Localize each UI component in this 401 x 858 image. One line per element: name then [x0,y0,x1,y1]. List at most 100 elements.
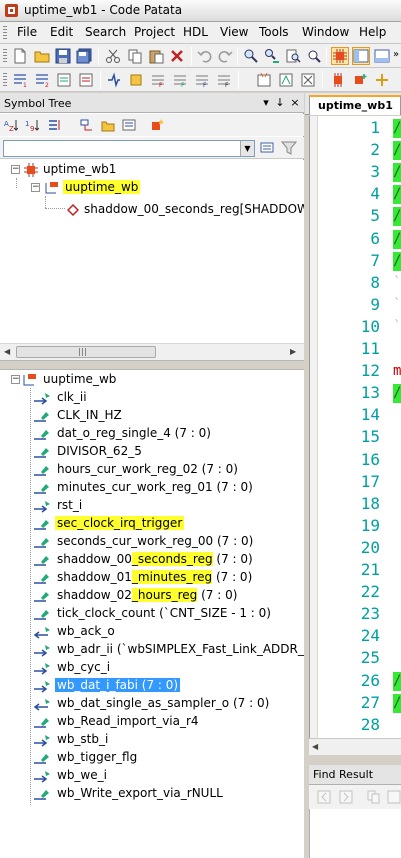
chip-star-icon[interactable] [150,118,164,132]
save-icon[interactable] [55,48,71,64]
signal-item[interactable]: wb_dat_single_as_sampler_o (7 : 0) [32,694,271,712]
tree-node-module[interactable]: uuptime_wb [22,370,118,388]
pin-icon[interactable]: ↓ [272,95,288,111]
signal-item[interactable]: wb_ack_o [32,622,117,640]
copy-results-icon[interactable] [367,790,381,804]
menubar-grip[interactable] [3,26,7,40]
signal-item[interactable]: tick_clock_count (`CNT_SIZE - 1 : 0) [32,604,273,622]
signal-item[interactable]: sec_clock_irq_trigger [32,514,185,532]
close-icon[interactable]: × [287,95,303,111]
tree-node-root[interactable]: uptime_wb1 [24,160,118,178]
find-replace-icon[interactable] [264,48,280,64]
tree-node-module[interactable]: uuptime_wb [44,178,141,196]
signal-item[interactable]: seconds_cur_work_reg_00 (7 : 0) [32,532,255,550]
filter-list-icon[interactable] [260,140,276,156]
filter-scope-icon[interactable] [80,118,94,132]
folder-view-icon[interactable] [101,118,115,132]
editor-splitter[interactable] [305,755,401,765]
symbol-filter-combo[interactable]: ▼ [3,140,255,157]
hdl-tool-13-icon[interactable] [300,72,316,88]
signal-item[interactable]: wb_stb_i [32,730,110,748]
signal-item[interactable]: hours_cur_work_reg_02 (7 : 0) [32,460,240,478]
new-file-icon[interactable] [12,48,28,64]
scroll-right-icon[interactable]: ▶ [290,347,296,356]
menu-project[interactable]: Project [134,25,175,39]
code-editor[interactable]: 1 / 2 / 3 / 4 / 5 / 6 / 7 / 8 ` 9 ` 10 ` 11 12 m 13 / 14 15 16 17 18 1… [309,116,401,738]
signal-item[interactable]: wb_adr_ii (`wbSIMPLEX_Fast_Link_ADDR_BUS [32,640,304,658]
menu-edit[interactable]: Edit [50,25,73,39]
hdl-tool-5-icon[interactable] [106,72,122,88]
hdl-tool-9-icon[interactable]: F [194,72,210,88]
signal-item[interactable]: wb_tigger_flg [32,748,139,766]
panel-view-icon[interactable] [374,48,390,64]
signal-item[interactable]: shaddow_00_seconds_reg (7 : 0) [32,550,255,568]
hdl-tool-12-icon[interactable] [278,72,294,88]
hdl-tool-4-icon[interactable] [78,72,94,88]
signal-item[interactable]: clk_ii [32,388,89,406]
redo-icon[interactable] [217,48,233,64]
open-folder-icon[interactable] [34,48,50,64]
toolbar-grip[interactable] [3,49,7,63]
collapse-toggle[interactable]: − [11,165,20,174]
signal-item[interactable]: wb_cyc_i [32,658,112,676]
signal-item[interactable]: wb_we_i [32,766,109,784]
sort-numeric-icon[interactable]: 19 [25,118,39,132]
signal-item[interactable]: wb_Read_import_via_r4 [32,712,201,730]
delete-icon[interactable] [169,48,185,64]
menu-hdl[interactable]: HDL [183,25,208,39]
tree-node-instance[interactable]: shaddow_00_seconds_reg[SHADDOW_AL [67,200,304,218]
toolbar-overflow-icon[interactable]: » [393,49,399,60]
menu-file[interactable]: File [17,25,37,39]
save-all-icon[interactable] [76,48,92,64]
scroll-left-icon[interactable]: ◀ [4,347,10,356]
hdl-tool-2-icon[interactable]: 2 [34,72,50,88]
signal-item[interactable]: dat_o_reg_single_4 (7 : 0) [32,424,213,442]
funnel-icon[interactable] [281,140,297,156]
find-icon[interactable] [243,48,259,64]
menu-window[interactable]: Window [302,25,349,39]
hdl-tool-10-icon[interactable]: F [216,72,232,88]
hdl-tool-14-icon[interactable] [374,72,390,88]
hdl-chip-add-icon[interactable] [352,72,368,88]
scrollbar-thumb[interactable] [16,346,156,358]
find-next-icon[interactable] [339,790,353,804]
find-prev-icon[interactable] [317,790,331,804]
horizontal-scrollbar[interactable]: ◀ ▶ [0,343,304,360]
sort-order-icon[interactable] [47,118,61,132]
signal-item[interactable]: wb_Write_export_via_rNULL [32,784,225,802]
find-in-files-icon[interactable] [285,48,301,64]
collapse-toggle[interactable]: − [31,183,40,192]
editor-horizontal-scrollbar[interactable]: ◀ [309,738,401,755]
clear-results-icon[interactable] [387,790,401,804]
signal-item-selected[interactable]: wb_dat_i_fabi (7 : 0) [32,676,181,694]
signal-item[interactable]: CLK_IN_HZ [32,406,124,424]
signal-item[interactable]: shaddow_02_hours_reg (7 : 0) [32,586,239,604]
paste-icon[interactable] [148,48,164,64]
sort-az-icon[interactable]: AZ [4,118,18,132]
chevron-down-icon[interactable]: ▼ [240,141,254,156]
menu-tools[interactable]: Tools [259,25,289,39]
cut-icon[interactable] [105,48,121,64]
hdl-tool-8-icon[interactable]: F [172,72,188,88]
chip-view-icon[interactable] [331,47,349,65]
hierarchy-icon[interactable] [122,118,136,132]
hdl-tool-7-icon[interactable]: F [150,72,166,88]
hdl-tool-11-icon[interactable] [256,72,272,88]
find-result-list[interactable] [309,809,401,858]
menu-search[interactable]: Search [85,25,126,39]
collapse-toggle[interactable]: − [11,375,20,384]
menu-help[interactable]: Help [359,25,386,39]
toolbar-grip[interactable] [3,73,7,87]
signal-item[interactable]: rst_i [32,496,84,514]
panel-splitter[interactable] [0,360,304,370]
copy-icon[interactable] [127,48,143,64]
hdl-tool-1-icon[interactable]: 1 [12,72,28,88]
menu-view[interactable]: View [220,25,248,39]
tab-uptime-wb1[interactable]: uptime_wb1 [309,95,401,115]
layout-view-icon[interactable] [352,47,370,65]
undo-icon[interactable] [197,48,213,64]
signal-item[interactable]: shaddow_01_minutes_reg (7 : 0) [32,568,254,586]
hdl-tool-3-icon[interactable] [56,72,72,88]
scroll-left-icon[interactable]: ◀ [312,742,318,751]
signal-item[interactable]: DIVISOR_62_5 [32,442,144,460]
